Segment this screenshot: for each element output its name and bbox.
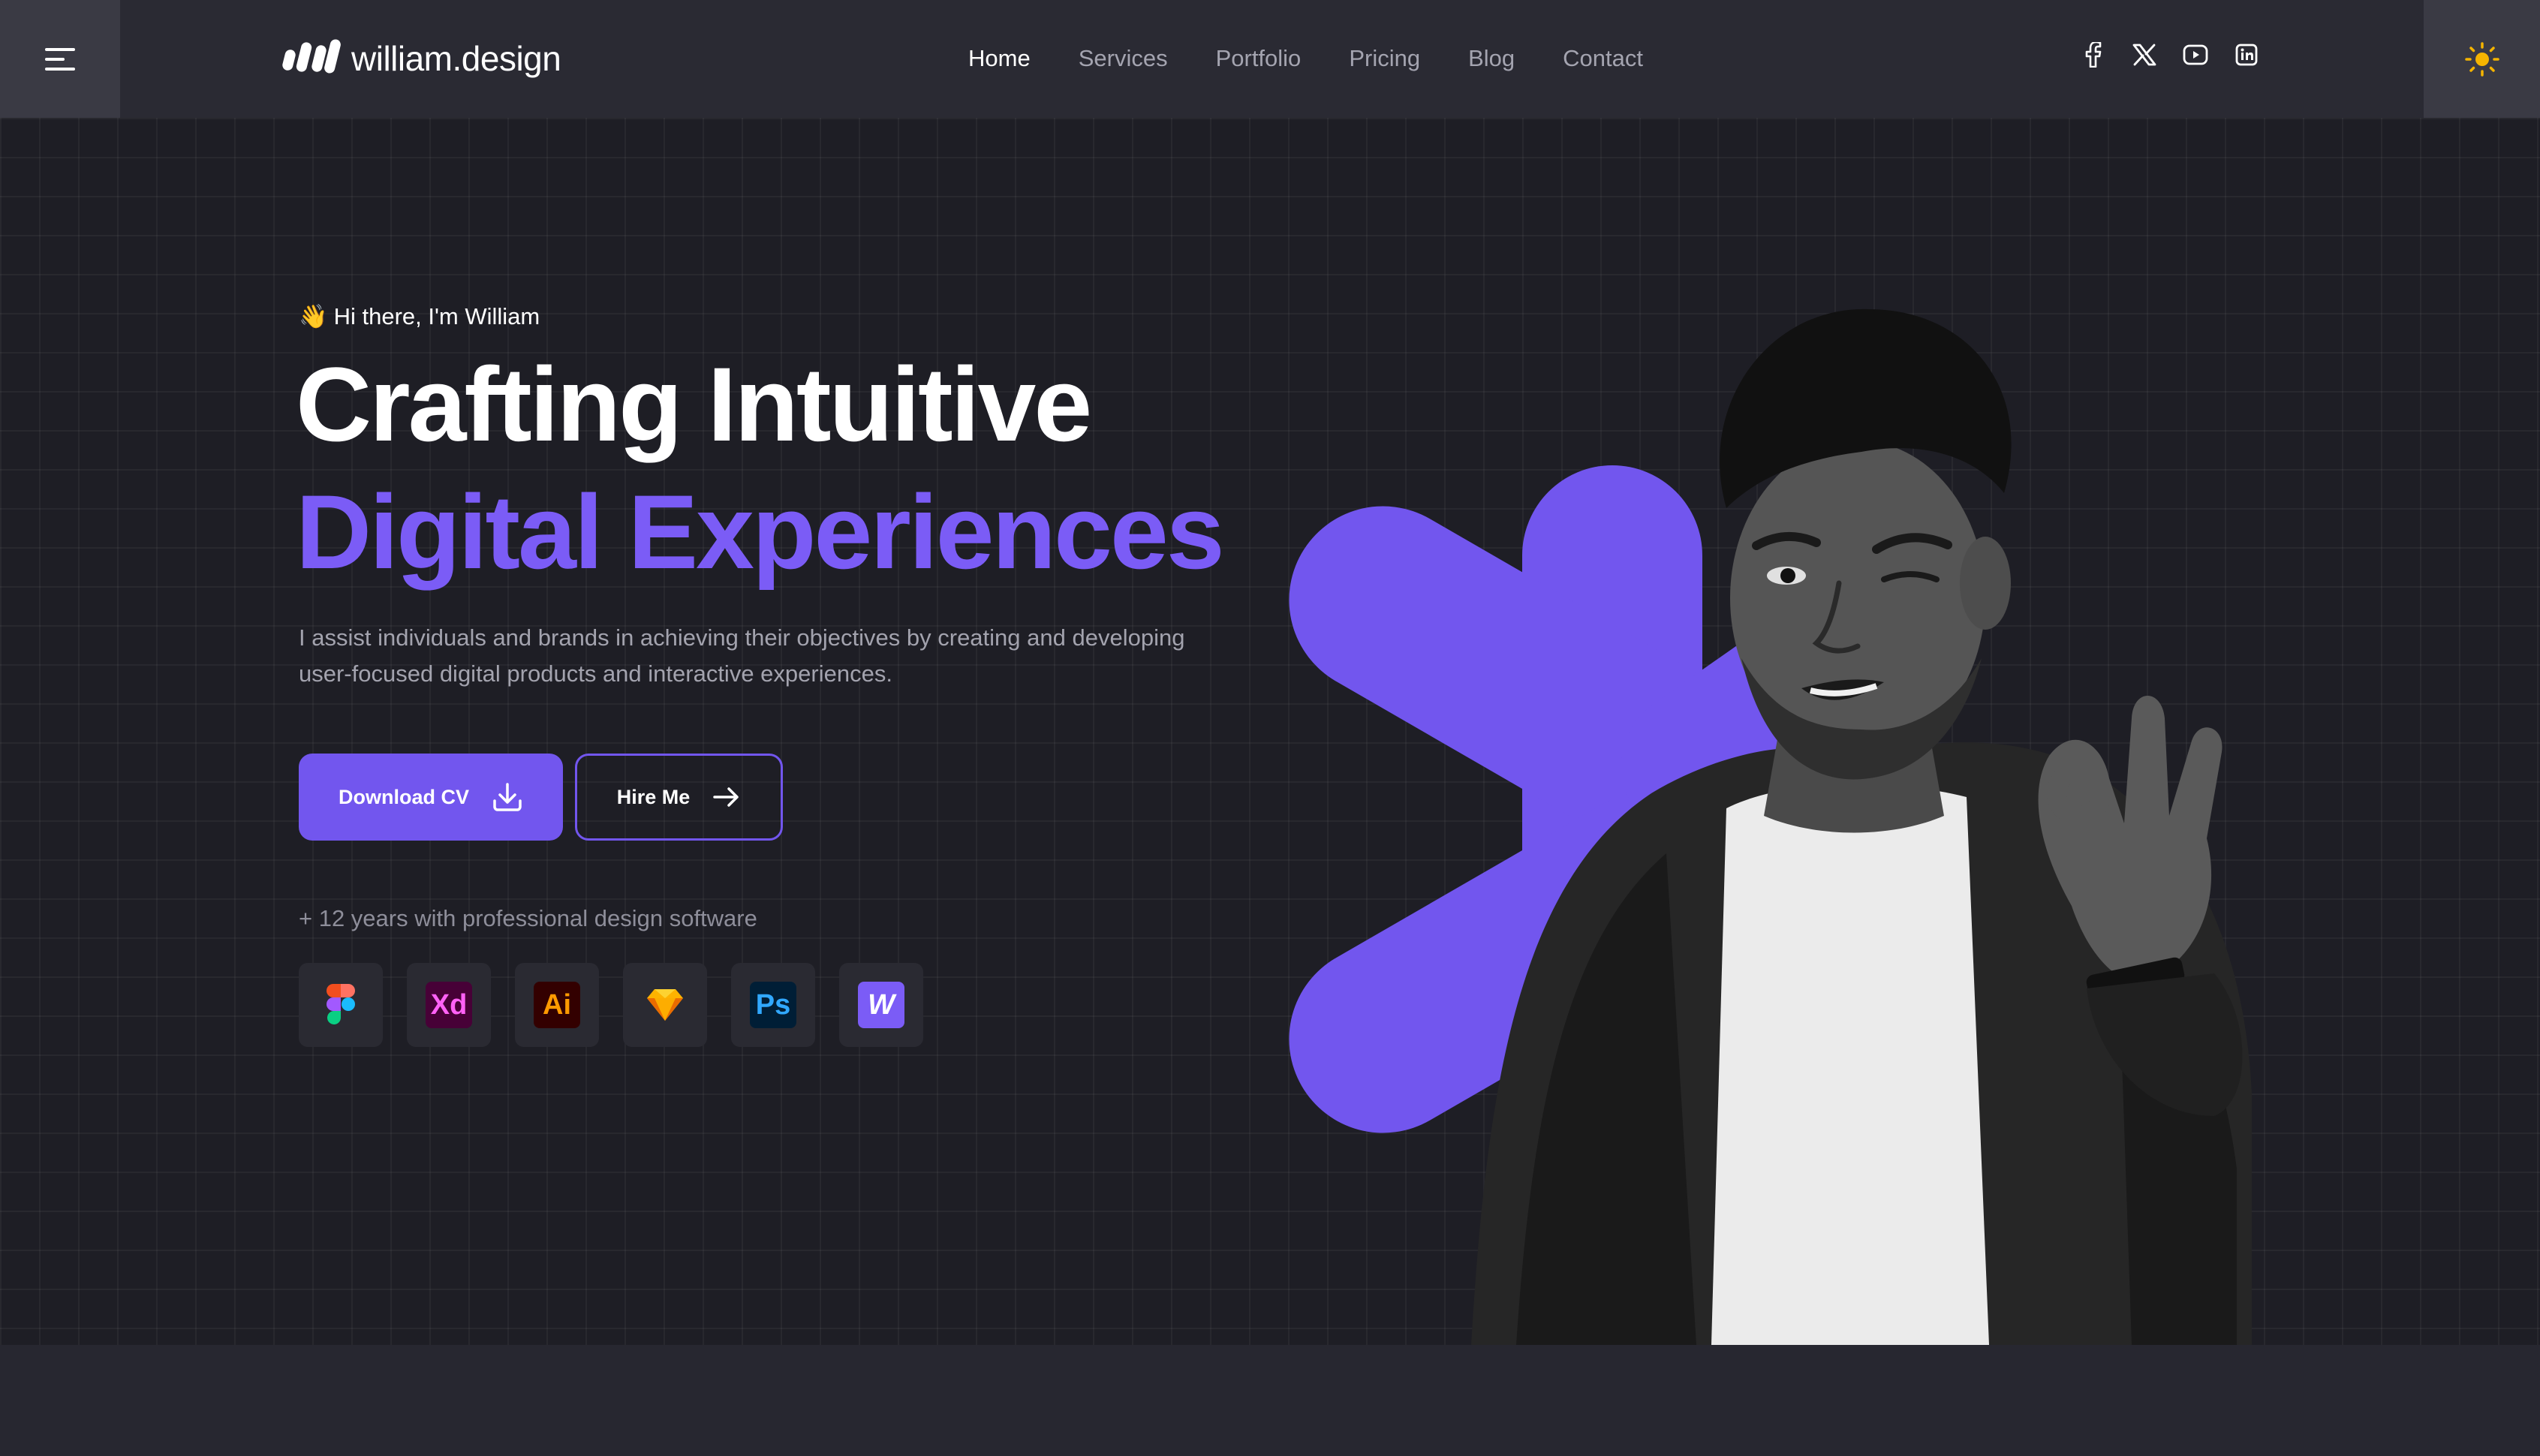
tool-adobe-illustrator: Ai [515,963,599,1047]
adobe-illustrator-label: Ai [543,988,571,1021]
hire-me-label: Hire Me [616,785,691,808]
nav-home[interactable]: Home [968,45,1031,72]
main-nav: Home Services Portfolio Pricing Blog Con… [968,38,1643,80]
tool-webflow: W [839,963,923,1047]
x-link[interactable] [2132,42,2157,68]
greeting-text: Hi there, I'm William [333,302,540,329]
logo-mark-icon [282,39,341,74]
tool-sketch [623,963,707,1047]
hire-me-button[interactable]: Hire Me [575,754,783,841]
social-links [2081,42,2259,68]
download-icon [493,783,522,811]
linkedin-icon [2235,44,2258,66]
logo-text: william.design [351,39,561,78]
hero-title-line-1: Crafting Intuitive [296,345,1092,463]
facebook-link[interactable] [2081,42,2106,68]
waving-hand-icon: 👋 [299,303,328,329]
photoshop-label: Ps [755,988,791,1021]
youtube-link[interactable] [2183,42,2208,68]
hamburger-menu-icon [45,47,75,71]
x-icon [2132,44,2156,66]
nav-portfolio[interactable]: Portfolio [1216,45,1302,72]
nav-pricing[interactable]: Pricing [1349,45,1420,72]
webflow-icon: W [858,982,904,1028]
adobe-xd-icon: Xd [426,982,472,1028]
hero-illustration [1289,308,2252,1345]
tools-list: Xd Ai Ps W [299,963,923,1047]
tool-adobe-xd: Xd [407,963,491,1047]
arrow-right-icon [713,787,739,807]
tool-photoshop: Ps [731,963,815,1047]
nav-contact[interactable]: Contact [1563,45,1643,72]
menu-button[interactable] [0,0,120,118]
logo[interactable]: william.design [281,33,561,84]
download-cv-button[interactable]: Download CV [299,754,563,841]
site-header: william.design Home Services Portfolio P… [0,0,2540,118]
youtube-icon [2183,44,2208,65]
footer-band [0,1345,2540,1456]
adobe-illustrator-icon: Ai [534,982,580,1028]
hero-greeting: 👋 Hi there, I'm William [299,302,540,330]
hero-description: I assist individuals and brands in achie… [299,624,1185,687]
theme-toggle-button[interactable] [2424,0,2540,118]
linkedin-link[interactable] [2234,42,2259,68]
sketch-icon [647,989,683,1021]
nav-services[interactable]: Services [1079,45,1168,72]
photoshop-icon: Ps [750,982,796,1028]
tool-figma [299,963,383,1047]
nav-blog[interactable]: Blog [1468,45,1515,72]
facebook-icon [2085,42,2102,68]
experience-text: + 12 years with professional design soft… [299,905,757,931]
webflow-label: W [868,988,895,1021]
adobe-xd-label: Xd [430,988,468,1021]
hero-title-line-2: Digital Experiences [296,473,1225,591]
download-cv-label: Download CV [339,785,469,808]
figma-icon [327,984,355,1024]
sun-icon [2464,41,2499,77]
